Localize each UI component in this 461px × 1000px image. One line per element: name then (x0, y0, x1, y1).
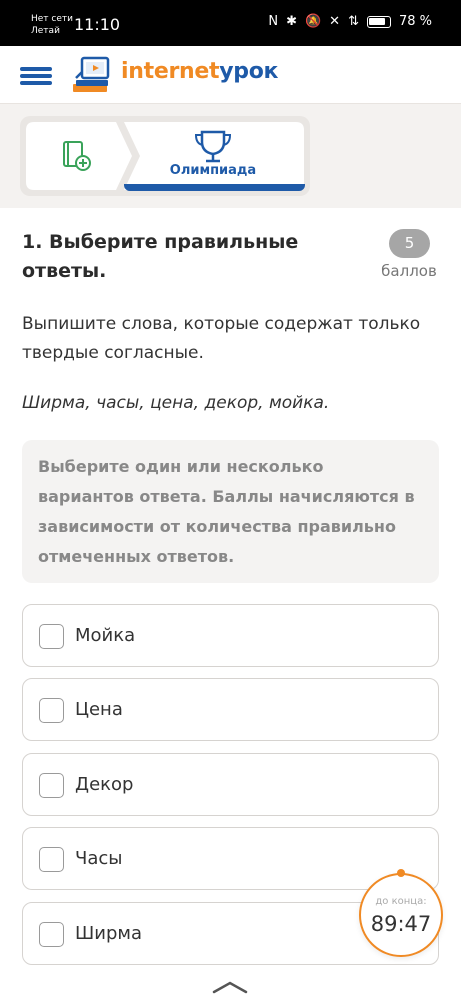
timer-label: до конца: (375, 896, 427, 907)
menu-icon[interactable] (20, 67, 52, 85)
battery-icon (366, 15, 391, 28)
score-badge: 5 (389, 229, 430, 258)
option-tsena[interactable]: Цена (22, 678, 439, 741)
clock: 11:10 (74, 15, 121, 34)
tab-olympiad[interactable] (124, 122, 304, 190)
logo-icon (73, 56, 110, 92)
no-signal-icon: ✕ (329, 14, 341, 29)
tab-olympiad-label[interactable]: Олимпиада (127, 163, 299, 178)
logo-text[interactable]: internetурок (121, 59, 278, 84)
option-label: Часы (75, 848, 123, 869)
question-text: Выпишите слова, которые содержат только … (22, 314, 421, 363)
option-label: Мойка (75, 625, 136, 646)
logo-text-part2: урок (219, 59, 279, 84)
option-dekor[interactable]: Декор (22, 753, 439, 816)
option-label: Цена (75, 699, 123, 720)
checkbox[interactable] (39, 698, 64, 723)
network-icon: ⇅ (348, 14, 359, 29)
countdown-timer: до конца: 89:47 (359, 873, 443, 957)
battery-level: 78 % (398, 14, 432, 29)
chevron-up-icon[interactable] (212, 980, 248, 994)
timer-value: 89:47 (370, 912, 432, 936)
checkbox[interactable] (39, 847, 64, 872)
bluetooth-icon: ✱ (286, 14, 297, 29)
question-title: 1. Выберите правильные ответы. (22, 231, 299, 282)
carrier-info: Нет сети Летай (31, 13, 73, 37)
nfc-icon: N (268, 14, 279, 29)
carrier-line-1: Нет сети (31, 14, 73, 24)
checkbox[interactable] (39, 922, 64, 947)
timer-progress-dot (397, 869, 405, 877)
score-unit: баллов (381, 262, 437, 280)
logo-text-part1: internet (121, 59, 220, 84)
mute-icon: 🔕 (304, 14, 322, 29)
checkbox[interactable] (39, 624, 64, 649)
question-words: Ширма, часы, цена, декор, мойка. (22, 393, 330, 413)
status-icons: N ✱ 🔕 ✕ ⇅ 78 % (268, 14, 432, 29)
option-label: Ширма (75, 923, 142, 944)
carrier-line-2: Летай (31, 26, 60, 36)
tab-materials[interactable] (26, 122, 136, 190)
status-bar: Нет сети Летай 11:10 N ✱ 🔕 ✕ ⇅ 78 % (0, 0, 461, 46)
app-header: internetурок (0, 46, 461, 104)
option-label: Декор (75, 774, 134, 795)
checkbox[interactable] (39, 773, 64, 798)
option-moyka[interactable]: Мойка (22, 604, 439, 667)
active-tab-indicator (124, 184, 305, 191)
answer-hint: Выберите один или несколько вариантов от… (22, 440, 439, 583)
